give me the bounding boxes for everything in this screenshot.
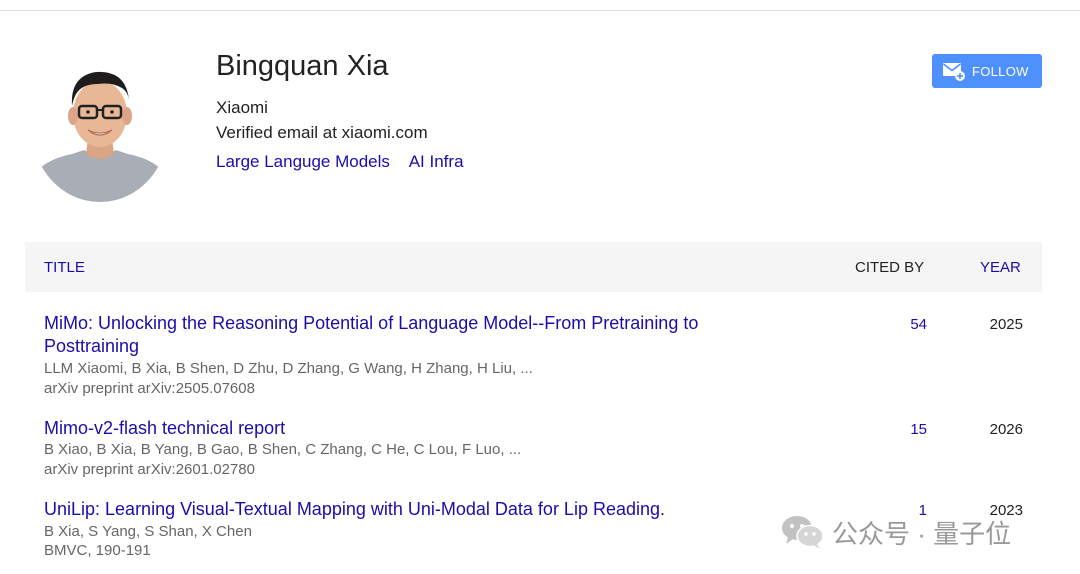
paper-venue: BMVC, 190-191 — [44, 542, 151, 559]
avatar — [32, 56, 168, 202]
cited-by-count[interactable]: 15 — [884, 421, 927, 438]
paper-authors: LLM Xiaomi, B Xia, B Shen, D Zhu, D Zhan… — [44, 360, 533, 377]
column-header-title[interactable]: TITLE — [44, 259, 85, 276]
wechat-icon — [780, 513, 826, 551]
paper-title-link[interactable]: UniLip: Learning Visual-Textual Mapping … — [44, 498, 764, 521]
paper-year: 2026 — [989, 421, 1023, 438]
paper-authors: B Xiao, B Xia, B Yang, B Gao, B Shen, C … — [44, 441, 522, 458]
person-photo-icon — [32, 56, 168, 202]
paper-venue: arXiv preprint arXiv:2505.07608 — [44, 380, 255, 397]
top-bar — [0, 0, 1080, 11]
interest-link-ai-infra[interactable]: AI Infra — [409, 152, 464, 171]
follow-button-label: FOLLOW — [972, 63, 1029, 79]
profile-email: Verified email at xiaomi.com — [216, 123, 428, 142]
mail-plus-icon — [942, 60, 966, 82]
paper-title-link[interactable]: Mimo-v2-flash technical report — [44, 417, 764, 440]
paper-venue: arXiv preprint arXiv:2601.02780 — [44, 461, 255, 478]
profile-affiliation: Xiaomi — [216, 98, 268, 117]
table-header: TITLE CITED BY YEAR — [25, 242, 1042, 292]
watermark-text: 公众号 · 量子位 — [832, 518, 1012, 549]
paper-year: 2025 — [989, 316, 1023, 333]
paper-title-link[interactable]: MiMo: Unlocking the Reasoning Potential … — [44, 312, 764, 358]
profile-name: Bingquan Xia — [216, 50, 389, 82]
cited-by-count[interactable]: 54 — [884, 316, 927, 333]
paper-authors: B Xia, S Yang, S Shan, X Chen — [44, 523, 252, 540]
research-interests: Large Languge Models AI Infra — [216, 152, 479, 172]
follow-button[interactable]: FOLLOW — [932, 54, 1042, 88]
column-header-year[interactable]: YEAR — [980, 259, 1021, 276]
interest-link-llm[interactable]: Large Languge Models — [216, 152, 390, 171]
column-header-cited-by: CITED BY — [855, 259, 925, 276]
watermark: 公众号 · 量子位 — [780, 512, 1011, 552]
